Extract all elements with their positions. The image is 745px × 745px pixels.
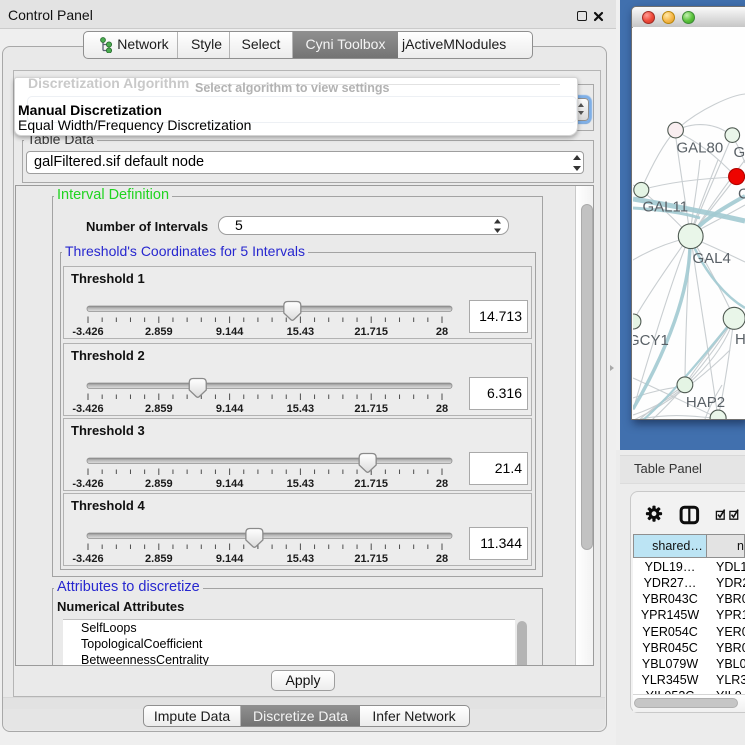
svg-text:GAL11: GAL11 <box>643 199 689 216</box>
svg-text:GCY1: GCY1 <box>633 332 669 349</box>
svg-text:C: C <box>738 186 745 203</box>
svg-text:G…: G… <box>734 144 745 161</box>
svg-text:GAL80: GAL80 <box>677 140 724 157</box>
svg-text:GAL4: GAL4 <box>693 250 731 267</box>
svg-text:H: H <box>735 331 745 348</box>
svg-text:HAP2: HAP2 <box>686 394 725 411</box>
